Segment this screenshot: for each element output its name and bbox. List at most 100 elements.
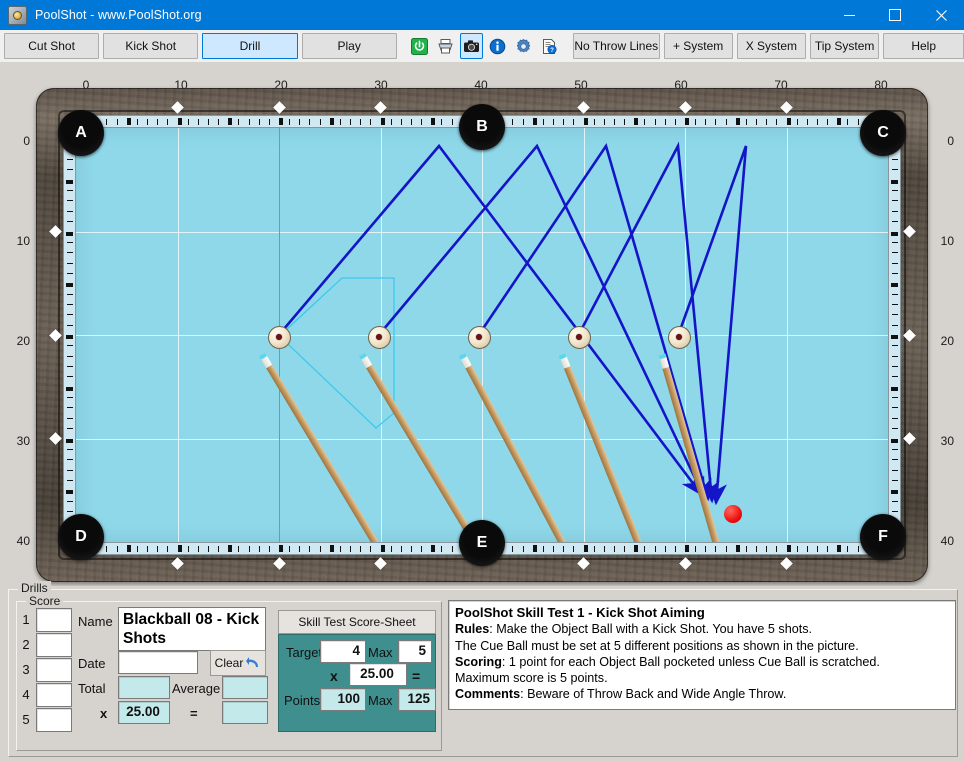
ruler-tick-minor xyxy=(817,119,818,125)
object-ball[interactable] xyxy=(724,505,742,523)
maximize-icon[interactable] xyxy=(872,0,918,30)
clear-button[interactable]: Clear xyxy=(210,650,266,676)
ruler-tick-minor xyxy=(858,119,859,125)
cue-ball-2[interactable] xyxy=(368,326,391,349)
ruler-tick-minor xyxy=(614,546,615,552)
button-no-throw-lines[interactable]: No Throw Lines xyxy=(572,33,660,59)
cue-ball-1[interactable] xyxy=(268,326,291,349)
ruler-tick-minor xyxy=(67,190,73,191)
camera-icon[interactable] xyxy=(459,33,483,59)
total-label: Total xyxy=(78,681,106,696)
close-icon[interactable] xyxy=(918,0,964,30)
undo-arrow-icon xyxy=(246,657,259,667)
ruler-tick-minor xyxy=(67,480,73,481)
score-input-5[interactable] xyxy=(36,708,72,732)
ruler-tick-minor xyxy=(218,119,219,125)
info-icon[interactable] xyxy=(486,33,509,59)
ruler-tick-minor xyxy=(452,546,453,552)
ruler-tick-minor xyxy=(594,546,595,552)
skill-multiplier-value: 25.00 xyxy=(360,666,394,681)
target-max-label: Max xyxy=(368,645,393,660)
ruler-tick-minor xyxy=(411,119,412,125)
multiplier-value: 25.00 xyxy=(126,704,160,719)
ruler-tick-minor xyxy=(67,501,73,502)
ruler-tick-minor xyxy=(67,470,73,471)
minimize-icon[interactable] xyxy=(826,0,872,30)
power-icon[interactable] xyxy=(407,33,430,59)
pocket-c[interactable]: C xyxy=(860,110,906,156)
ruler-tick-minor xyxy=(259,119,260,125)
ruler-tick-minor xyxy=(421,119,422,125)
date-field[interactable] xyxy=(118,651,198,674)
pocket-f[interactable]: F xyxy=(860,514,906,560)
score-input-1[interactable] xyxy=(36,608,72,632)
cue-ball-4[interactable] xyxy=(568,326,591,349)
ruler-tick-minor xyxy=(892,511,898,512)
tab-play[interactable]: Play xyxy=(301,33,397,59)
score-group-label: Score xyxy=(26,594,64,608)
poolshot-application-window: PoolShot - www.PoolShot.org Cut Shot Kic… xyxy=(0,0,964,761)
button-x-system[interactable]: X System xyxy=(736,33,807,59)
ruler-tick-minor xyxy=(147,119,148,125)
ruler-tick-minor xyxy=(726,119,727,125)
ruler-tick-minor xyxy=(705,546,706,552)
ruler-tick-minor xyxy=(892,221,898,222)
gear-icon[interactable] xyxy=(512,33,535,59)
ruler-tick-minor xyxy=(137,119,138,125)
ruler-tick-minor xyxy=(776,119,777,125)
pocket-a[interactable]: A xyxy=(58,110,104,156)
ruler-tick-minor xyxy=(269,119,270,125)
ruler-tick-minor xyxy=(67,252,73,253)
name-field[interactable]: Blackball 08 - Kick Shots xyxy=(118,607,266,651)
ruler-left xyxy=(63,128,76,546)
poolshot-logo-icon xyxy=(8,5,27,25)
ruler-tick-minor xyxy=(238,119,239,125)
ruler-tick-minor xyxy=(776,546,777,552)
ruler-tick-minor xyxy=(892,159,898,160)
skill-equals-label: = xyxy=(412,668,421,684)
score-row-number-3: 3 xyxy=(22,662,30,677)
ruler-tick-major xyxy=(228,118,232,125)
pocket-b[interactable]: B xyxy=(459,104,505,150)
pocket-d[interactable]: D xyxy=(58,514,104,560)
ruler-tick-major xyxy=(330,118,334,125)
ruler-tick-minor xyxy=(512,546,513,552)
document-help-icon[interactable]: ? xyxy=(538,33,561,59)
ruler-tick-minor xyxy=(892,304,898,305)
tab-cut-shot[interactable]: Cut Shot xyxy=(4,33,100,59)
cue-ball-3[interactable] xyxy=(468,326,491,349)
multiply-label: x xyxy=(100,706,108,721)
ruler-tick-minor xyxy=(624,119,625,125)
score-input-3[interactable] xyxy=(36,658,72,682)
printer-icon[interactable] xyxy=(434,33,457,59)
ruler-tick-major xyxy=(533,118,537,125)
pocket-e[interactable]: E xyxy=(459,520,505,566)
cue-ball-5[interactable] xyxy=(668,326,691,349)
score-input-4[interactable] xyxy=(36,683,72,707)
button-plus-system[interactable]: + System xyxy=(663,33,733,59)
ruler-tick-major xyxy=(66,180,73,184)
average-label: Average xyxy=(172,681,221,696)
ruler-tick-minor xyxy=(563,119,564,125)
button-tip-system[interactable]: Tip System xyxy=(810,33,880,59)
ruler-tick-minor xyxy=(67,221,73,222)
ruler-tick-major xyxy=(330,545,334,552)
ruler-tick-major xyxy=(279,118,283,125)
ruler-tick-major xyxy=(891,335,898,339)
ruler-tick-minor xyxy=(892,294,898,295)
instructions-panel: PoolShot Skill Test 1 - Kick Shot Aiming… xyxy=(448,600,956,710)
ruler-tick-minor xyxy=(67,397,73,398)
ruler-tick-minor xyxy=(67,511,73,512)
tab-drill[interactable]: Drill xyxy=(202,33,298,59)
ruler-tick-minor xyxy=(523,546,524,552)
score-input-2[interactable] xyxy=(36,633,72,657)
y-axis-label-right-20: 20 xyxy=(940,334,954,348)
ruler-tick-minor xyxy=(892,345,898,346)
tab-kick-shot[interactable]: Kick Shot xyxy=(103,33,199,59)
ruler-tick-minor xyxy=(726,546,727,552)
button-help[interactable]: Help xyxy=(883,33,964,59)
ruler-tick-minor xyxy=(847,546,848,552)
ruler-tick-minor xyxy=(421,546,422,552)
ruler-tick-minor xyxy=(106,546,107,552)
ruler-tick-minor xyxy=(604,119,605,125)
